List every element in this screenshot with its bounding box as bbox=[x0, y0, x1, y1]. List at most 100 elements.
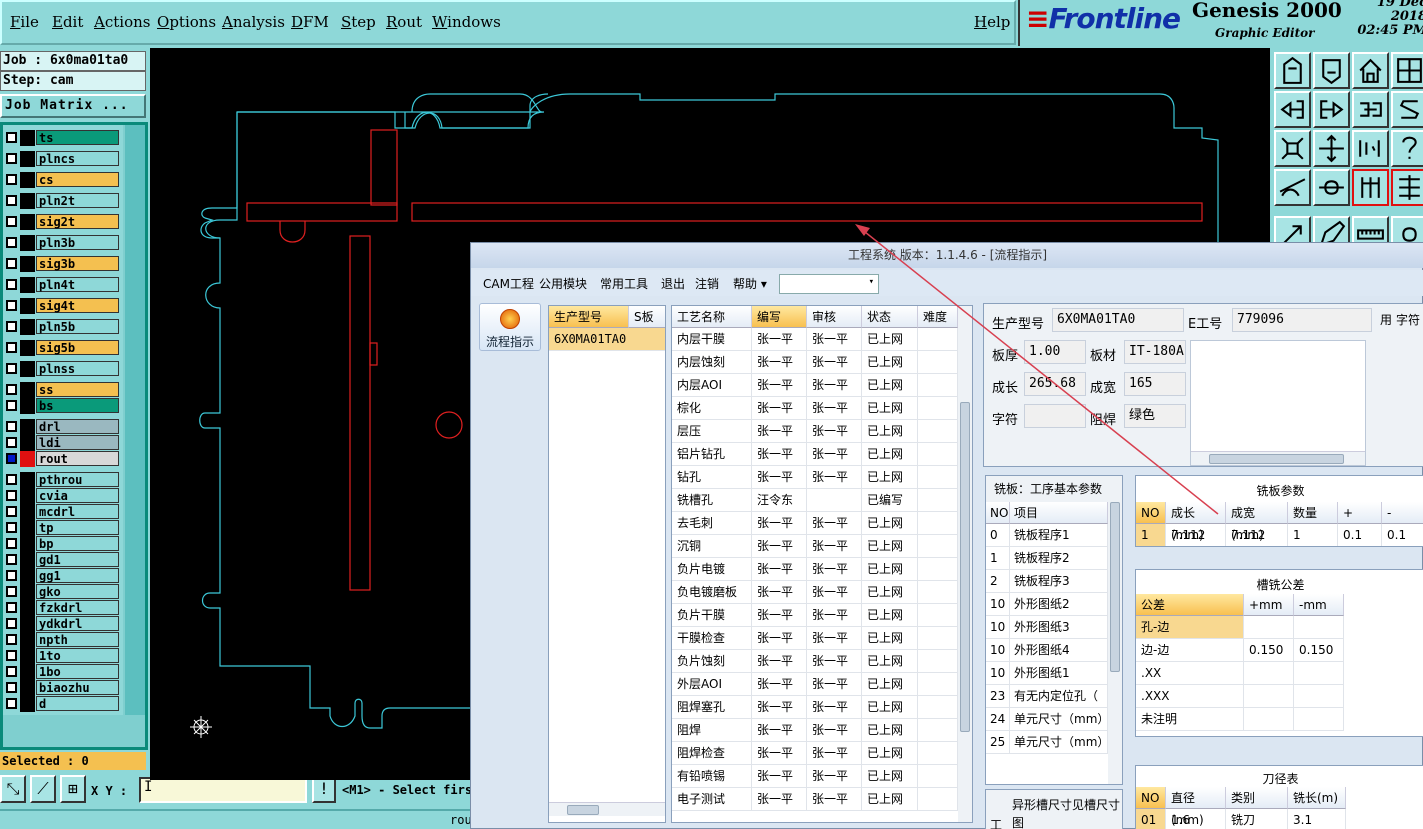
process-cell-difficulty[interactable] bbox=[918, 512, 958, 535]
process-cell-difficulty[interactable] bbox=[918, 742, 958, 765]
process-cell[interactable]: 已上网 bbox=[862, 535, 918, 558]
process-cell[interactable]: 已上网 bbox=[862, 742, 918, 765]
process-cell[interactable] bbox=[807, 489, 862, 512]
layer-color-box[interactable] bbox=[20, 616, 35, 632]
layer-row-sig5b[interactable]: sig5b bbox=[3, 340, 121, 356]
layer-checkbox[interactable] bbox=[6, 506, 17, 517]
process-cell[interactable]: 沉铜 bbox=[672, 535, 752, 558]
process-cell[interactable]: 张一平 bbox=[807, 765, 862, 788]
material-field[interactable]: IT-180A bbox=[1124, 340, 1186, 364]
mill-cell[interactable]: 外形图纸1 bbox=[1010, 662, 1108, 685]
tool-header[interactable]: 类别 bbox=[1226, 787, 1288, 809]
layer-color-box[interactable] bbox=[20, 568, 35, 584]
process-cell[interactable]: 张一平 bbox=[807, 397, 862, 420]
layer-row-sig2t[interactable]: sig2t bbox=[3, 214, 121, 230]
mill-param-header[interactable]: 成长(mm) bbox=[1166, 502, 1226, 542]
process-cell[interactable]: 电子测试 bbox=[672, 788, 752, 811]
process-cell[interactable]: 张一平 bbox=[807, 535, 862, 558]
layer-checkbox[interactable] bbox=[6, 132, 17, 143]
process-cell[interactable]: 已上网 bbox=[862, 558, 918, 581]
process-cell[interactable]: 内层蚀刻 bbox=[672, 351, 752, 374]
layer-color-box[interactable] bbox=[20, 472, 35, 488]
model-field[interactable]: 6X0MA01TA0 bbox=[1052, 308, 1184, 332]
layer-down-button[interactable] bbox=[1313, 52, 1350, 89]
layer-color-box[interactable] bbox=[20, 488, 35, 504]
layer-color-box[interactable] bbox=[20, 382, 35, 398]
model-header[interactable]: 生产型号 bbox=[549, 306, 629, 328]
layer-color-box[interactable] bbox=[20, 600, 35, 616]
mill-param-cell[interactable]: 0.1 bbox=[1382, 524, 1423, 546]
process-cell[interactable]: 已上网 bbox=[862, 765, 918, 788]
slot-cell[interactable]: .XX bbox=[1136, 662, 1244, 685]
scale-button[interactable] bbox=[1352, 130, 1389, 167]
mill-param-header[interactable]: - bbox=[1382, 502, 1423, 524]
slot-cell[interactable] bbox=[1294, 616, 1344, 639]
slot-cell[interactable]: 0.150 bbox=[1294, 639, 1344, 662]
layer-color-box[interactable] bbox=[20, 680, 35, 696]
process-cell[interactable]: 负片干膜 bbox=[672, 604, 752, 627]
mill-cell[interactable]: 外形图纸4 bbox=[1010, 639, 1108, 662]
layer-checkbox[interactable] bbox=[6, 258, 17, 269]
process-cell-difficulty[interactable] bbox=[918, 650, 958, 673]
process-cell[interactable]: 张一平 bbox=[807, 581, 862, 604]
process-cell[interactable]: 张一平 bbox=[752, 788, 807, 811]
pan-left-button[interactable] bbox=[1274, 91, 1311, 128]
layer-checkbox[interactable] bbox=[6, 650, 17, 661]
layer-color-box[interactable] bbox=[20, 520, 35, 536]
process-cell[interactable]: 张一平 bbox=[752, 673, 807, 696]
model-list-hscroll[interactable] bbox=[549, 802, 665, 816]
layer-row-bs[interactable]: bs bbox=[3, 398, 121, 414]
layer-checkbox[interactable] bbox=[6, 618, 17, 629]
width-field[interactable]: 165 bbox=[1124, 372, 1186, 396]
layer-color-box[interactable] bbox=[20, 632, 35, 648]
process-cell[interactable]: 已编写 bbox=[862, 489, 918, 512]
layer-row-ydkdrl[interactable]: ydkdrl bbox=[3, 616, 121, 632]
slot-header[interactable]: 公差 bbox=[1136, 594, 1244, 616]
layer-row-mcdrl[interactable]: mcdrl bbox=[3, 504, 121, 520]
tool-cell[interactable]: 3.1 bbox=[1288, 809, 1346, 829]
cam-menu-item[interactable]: 注销 bbox=[695, 275, 719, 292]
layer-row-cvia[interactable]: cvia bbox=[3, 488, 121, 504]
process-cell[interactable]: 已上网 bbox=[862, 673, 918, 696]
layer-row-rout[interactable]: rout bbox=[3, 451, 121, 467]
thickness-field[interactable]: 1.00 bbox=[1024, 340, 1086, 364]
layer-row-biaozhu[interactable]: biaozhu bbox=[3, 680, 121, 696]
layer-scrollbar[interactable] bbox=[125, 125, 145, 715]
job-matrix-button[interactable]: Job Matrix ... bbox=[0, 94, 146, 118]
process-cell[interactable]: 张一平 bbox=[752, 443, 807, 466]
process-cell[interactable]: 张一平 bbox=[807, 351, 862, 374]
mill-cell[interactable]: 外形图纸3 bbox=[1010, 616, 1108, 639]
cam-menu-item[interactable]: 退出 bbox=[661, 275, 685, 292]
process-cell[interactable]: 张一平 bbox=[752, 397, 807, 420]
tool-cell[interactable]: 1.6 bbox=[1166, 809, 1226, 829]
process-cell[interactable]: 张一平 bbox=[752, 374, 807, 397]
char-field[interactable] bbox=[1024, 404, 1086, 428]
help-button[interactable] bbox=[1391, 130, 1423, 167]
layer-row-plnss[interactable]: plnss bbox=[3, 361, 121, 377]
layer-checkbox[interactable] bbox=[6, 682, 17, 693]
slot-cell[interactable]: 边-边 bbox=[1136, 639, 1244, 662]
mill-param-header[interactable]: NO bbox=[1136, 502, 1166, 524]
layer-checkbox[interactable] bbox=[6, 602, 17, 613]
process-cell-difficulty[interactable] bbox=[918, 535, 958, 558]
process-cell[interactable]: 张一平 bbox=[752, 742, 807, 765]
process-cell[interactable]: 张一平 bbox=[807, 328, 862, 351]
process-cell[interactable]: 张一平 bbox=[807, 673, 862, 696]
process-header[interactable]: 编写 bbox=[752, 306, 807, 328]
slot-cell[interactable]: 孔-边 bbox=[1136, 616, 1244, 639]
layer-row-pthrou[interactable]: pthrou bbox=[3, 472, 121, 488]
menu-dfm[interactable]: DFM bbox=[291, 13, 329, 31]
slot-cell[interactable] bbox=[1244, 662, 1294, 685]
mill-cell[interactable]: 单元尺寸（mm） bbox=[1010, 731, 1108, 754]
layer-row-pln2t[interactable]: pln2t bbox=[3, 193, 121, 209]
process-cell[interactable]: 张一平 bbox=[807, 374, 862, 397]
tool-header[interactable]: NO bbox=[1136, 787, 1166, 809]
process-cell-difficulty[interactable] bbox=[918, 765, 958, 788]
process-cell[interactable]: 已上网 bbox=[862, 627, 918, 650]
swap-button[interactable] bbox=[1352, 91, 1389, 128]
layer-checkbox[interactable] bbox=[6, 384, 17, 395]
process-cell[interactable]: 已上网 bbox=[862, 397, 918, 420]
mill-param-header[interactable]: 数量 bbox=[1288, 502, 1338, 524]
side-tab-use[interactable]: 用 bbox=[1380, 311, 1392, 328]
mill-cell[interactable]: 10 bbox=[986, 616, 1010, 639]
